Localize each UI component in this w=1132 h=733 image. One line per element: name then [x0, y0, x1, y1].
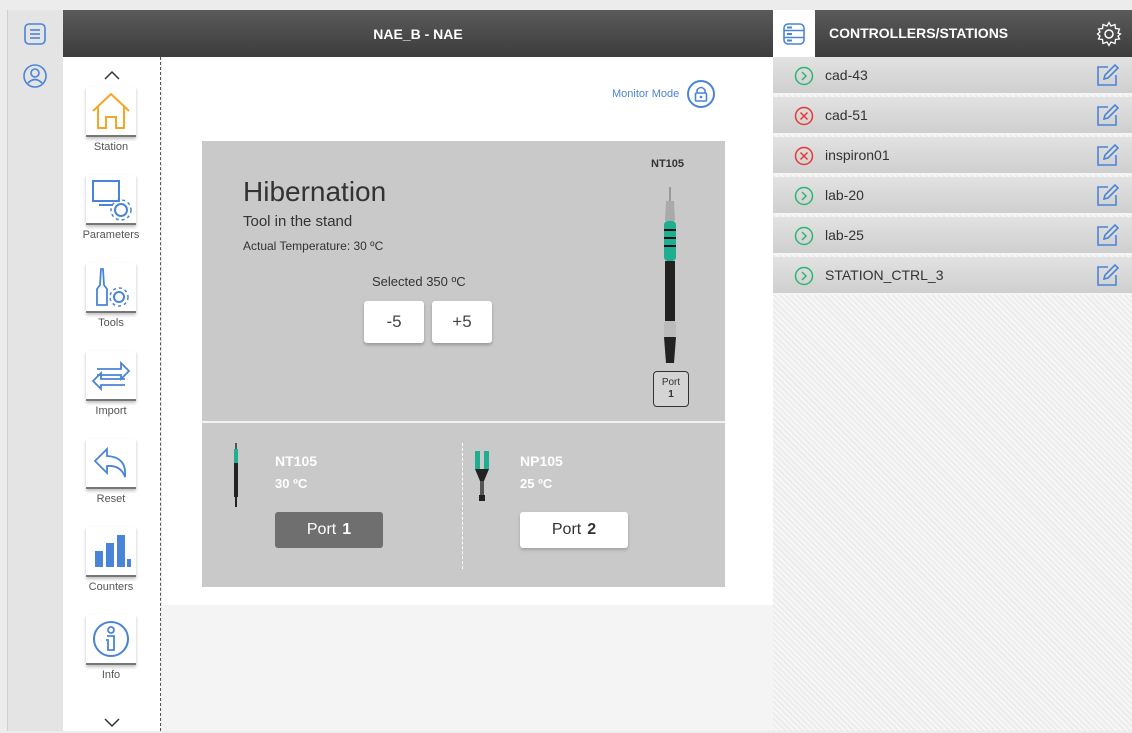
tool-gear-icon: [86, 263, 136, 313]
house-icon: [86, 87, 136, 137]
controller-row-lab-20[interactable]: lab-20: [773, 177, 1132, 215]
active-port-indicator[interactable]: Port 1: [653, 371, 689, 407]
controller-name: lab-25: [825, 227, 864, 243]
status-ok-icon: [794, 266, 814, 286]
chevron-up-icon: [104, 70, 120, 80]
server-list-icon: [773, 10, 815, 57]
window-title: NAE_B - NAE: [373, 25, 463, 42]
edit-icon[interactable]: [1094, 143, 1120, 169]
port2-button[interactable]: Port 2: [520, 512, 628, 548]
port2-label: Port: [551, 521, 582, 538]
nav-item-counters[interactable]: Counters: [81, 527, 141, 609]
controller-name: inspiron01: [825, 147, 890, 163]
monitor-mode-toggle[interactable]: Monitor Mode: [612, 80, 716, 108]
user-button[interactable]: [21, 62, 49, 90]
ports-divider: [462, 443, 463, 569]
bar-chart-icon: [86, 527, 136, 577]
edit-icon[interactable]: [1094, 223, 1120, 249]
status-ok-icon: [794, 226, 814, 246]
port1-tool-thumbnail: [234, 443, 238, 507]
settings-button[interactable]: [1096, 21, 1122, 52]
controller-row-cad-51[interactable]: cad-51: [773, 97, 1132, 135]
controller-name: STATION_CTRL_3: [825, 267, 944, 283]
undo-arrow-icon: [86, 439, 136, 489]
controller-name: cad-51: [825, 107, 868, 123]
nav-item-reset[interactable]: Reset: [81, 439, 141, 521]
edit-icon[interactable]: [1094, 63, 1120, 89]
station-status: Hibernation: [243, 176, 387, 207]
actual-temperature: Actual Temperature: 30 ºC: [243, 239, 384, 253]
port-small-label: Port: [661, 377, 681, 388]
controller-row-lab-25[interactable]: lab-25: [773, 217, 1132, 255]
nav-label-tools: Tools: [98, 317, 124, 329]
user-icon: [23, 64, 47, 88]
controller-row-cad-43[interactable]: cad-43: [773, 57, 1132, 95]
controller-row-inspiron01[interactable]: inspiron01: [773, 137, 1132, 175]
nav-label-info: Info: [101, 669, 121, 681]
station-card: Hibernation Tool in the stand Actual Tem…: [202, 141, 725, 587]
nav-item-tools[interactable]: Tools: [81, 263, 141, 345]
port-small-number: 1: [668, 389, 674, 400]
nav-column: Station Parameters Tools Import Reset Co…: [63, 57, 161, 731]
soldering-tool-image: [664, 187, 676, 363]
monitor-mode-label: Monitor Mode: [612, 88, 680, 100]
status-ok-icon: [794, 66, 814, 86]
nav-scroll-up[interactable]: [63, 65, 161, 85]
status-ok-icon: [794, 186, 814, 206]
tool-model-label: NT105: [651, 158, 685, 170]
hamburger-icon: [24, 23, 46, 45]
decrease-temp-button[interactable]: -5: [364, 301, 424, 343]
gear-icon: [1096, 21, 1122, 47]
station-substatus: Tool in the stand: [243, 213, 353, 230]
nav-item-parameters[interactable]: Parameters: [81, 175, 141, 257]
nav-item-station[interactable]: Station: [81, 87, 141, 169]
port2-tool-name: NP105: [520, 453, 563, 469]
port2-tool-temp: 25 ºC: [520, 476, 553, 491]
window-header: NAE_B - NAE: [63, 10, 773, 57]
nav-item-import[interactable]: Import: [81, 351, 141, 433]
port2-tool-thumbnail: [475, 451, 489, 501]
controllers-title: CONTROLLERS/STATIONS: [829, 25, 1009, 41]
main-footer-area: [162, 605, 773, 731]
selected-temperature: Selected 350 ºC: [372, 274, 466, 289]
arrows-exchange-icon: [86, 351, 136, 401]
controller-name: lab-20: [825, 187, 864, 203]
status-error-icon: [794, 106, 814, 126]
edit-icon[interactable]: [1094, 183, 1120, 209]
edit-icon[interactable]: [1094, 263, 1120, 289]
menu-button[interactable]: [21, 20, 49, 48]
port1-number: 1: [342, 521, 352, 538]
nav-label-reset: Reset: [96, 493, 126, 505]
port1-tool-name: NT105: [275, 453, 318, 469]
card-divider: [202, 421, 725, 423]
info-icon: [86, 615, 136, 665]
status-error-icon: [794, 146, 814, 166]
edit-icon[interactable]: [1094, 103, 1120, 129]
lock-icon: [687, 80, 716, 108]
chevron-down-icon: [104, 718, 120, 728]
nav-label-import: Import: [95, 405, 127, 417]
controllers-header: CONTROLLERS/STATIONS: [773, 10, 1132, 57]
nav-label-counters: Counters: [88, 581, 134, 593]
port1-label: Port: [306, 521, 337, 538]
left-strip: [7, 10, 63, 731]
nav-label-parameters: Parameters: [82, 229, 140, 241]
port1-tool-temp: 30 ºC: [275, 476, 308, 491]
monitor-gear-icon: [86, 175, 136, 225]
nav-scroll-down[interactable]: [63, 713, 161, 733]
nav-label-station: Station: [93, 141, 129, 153]
controller-row-station-ctrl-3[interactable]: STATION_CTRL_3: [773, 257, 1132, 295]
port1-button[interactable]: Port 1: [275, 512, 383, 548]
nav-item-info[interactable]: Info: [81, 615, 141, 697]
increase-temp-button[interactable]: +5: [432, 301, 492, 343]
controller-name: cad-43: [825, 67, 868, 83]
controllers-panel: cad-43 cad-51 inspiron01 lab-20 lab-25 S…: [773, 57, 1132, 731]
port2-number: 2: [587, 521, 597, 538]
